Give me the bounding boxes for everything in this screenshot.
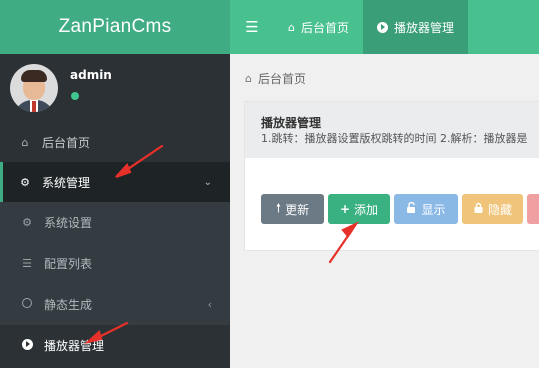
user-name: admin: [70, 68, 112, 82]
gears-icon: ⚙: [20, 175, 30, 189]
sidebar: admin ⌂ 后台首页 ⚙ 系统管理 ⌄ ⚙ 系统设置 ☰ 配置列表 静态生成…: [0, 54, 230, 368]
show-button[interactable]: 显示: [394, 194, 458, 224]
sidebar-item-label: 播放器管理: [44, 339, 105, 353]
lock-icon: [473, 202, 484, 216]
sidebar-item-player-management[interactable]: 播放器管理: [0, 325, 230, 366]
home-icon: ⌂: [288, 20, 295, 34]
sidebar-item-label: 系统设置: [44, 216, 93, 230]
sidebar-item-config-list[interactable]: ☰ 配置列表: [0, 243, 230, 284]
sidebar-item-system-management[interactable]: ⚙ 系统管理 ⌄: [0, 162, 230, 202]
tab-home[interactable]: ⌂ 后台首页: [274, 0, 363, 54]
menu-toggle-button[interactable]: ☰: [230, 0, 274, 54]
sidebar-item-label: 静态生成: [44, 298, 93, 312]
online-status-dot: [71, 92, 79, 100]
hide-button[interactable]: 隐藏: [462, 194, 523, 224]
gear-icon: ⚙: [22, 216, 32, 229]
sidebar-item-static-generation[interactable]: 静态生成 ‹: [0, 284, 230, 325]
sidebar-item-system-settings[interactable]: ⚙ 系统设置: [0, 202, 230, 243]
circle-icon: [20, 298, 34, 311]
chevron-left-icon: ‹: [207, 298, 212, 311]
home-icon: ⌂: [245, 72, 252, 85]
arrow-up-icon: 🠕: [275, 200, 282, 215]
tab-player-management[interactable]: 播放器管理: [363, 0, 469, 54]
home-icon: ⌂: [21, 135, 29, 149]
breadcrumb: ⌂ 后台首页: [245, 70, 306, 87]
unlock-icon: [406, 201, 417, 216]
top-navbar: ☰ ⌂ 后台首页 播放器管理: [230, 0, 539, 54]
panel-description: 1.跳转：播放器设置版权跳转的时间 2.解析：播放器是: [261, 132, 528, 145]
add-button[interactable]: + 添加: [328, 194, 390, 224]
sidebar-item-label: 后台首页: [42, 135, 91, 150]
avatar[interactable]: [10, 64, 58, 112]
list-icon: ☰: [22, 257, 32, 270]
refresh-button[interactable]: 🠕 更新: [261, 194, 324, 224]
player-panel: 播放器管理 1.跳转：播放器设置版权跳转的时间 2.解析：播放器是 🠕 更新 +…: [244, 101, 539, 251]
user-panel: admin: [0, 54, 230, 122]
tab-player-label: 播放器管理: [394, 20, 455, 35]
tab-home-label: 后台首页: [300, 20, 349, 35]
chevron-down-icon: ⌄: [203, 176, 212, 188]
panel-title: 播放器管理: [261, 116, 322, 130]
app-logo[interactable]: ZanPianCms: [0, 0, 230, 54]
delete-button[interactable]: [527, 194, 539, 224]
main-content: ⌂ 后台首页 播放器管理 1.跳转：播放器设置版权跳转的时间 2.解析：播放器是…: [230, 54, 539, 368]
play-circle-icon: [20, 338, 34, 353]
bars-icon: ☰: [245, 18, 259, 36]
sidebar-item-label: 配置列表: [44, 257, 93, 271]
sidebar-item-home[interactable]: ⌂ 后台首页: [0, 122, 230, 162]
toolbar: 🠕 更新 + 添加 显示 隐藏: [261, 194, 539, 224]
sidebar-item-label: 系统管理: [42, 175, 91, 190]
play-circle-icon: [377, 21, 388, 33]
panel-header: 播放器管理 1.跳转：播放器设置版权跳转的时间 2.解析：播放器是: [245, 102, 539, 158]
plus-icon: +: [339, 202, 351, 216]
breadcrumb-home[interactable]: 后台首页: [258, 70, 306, 87]
